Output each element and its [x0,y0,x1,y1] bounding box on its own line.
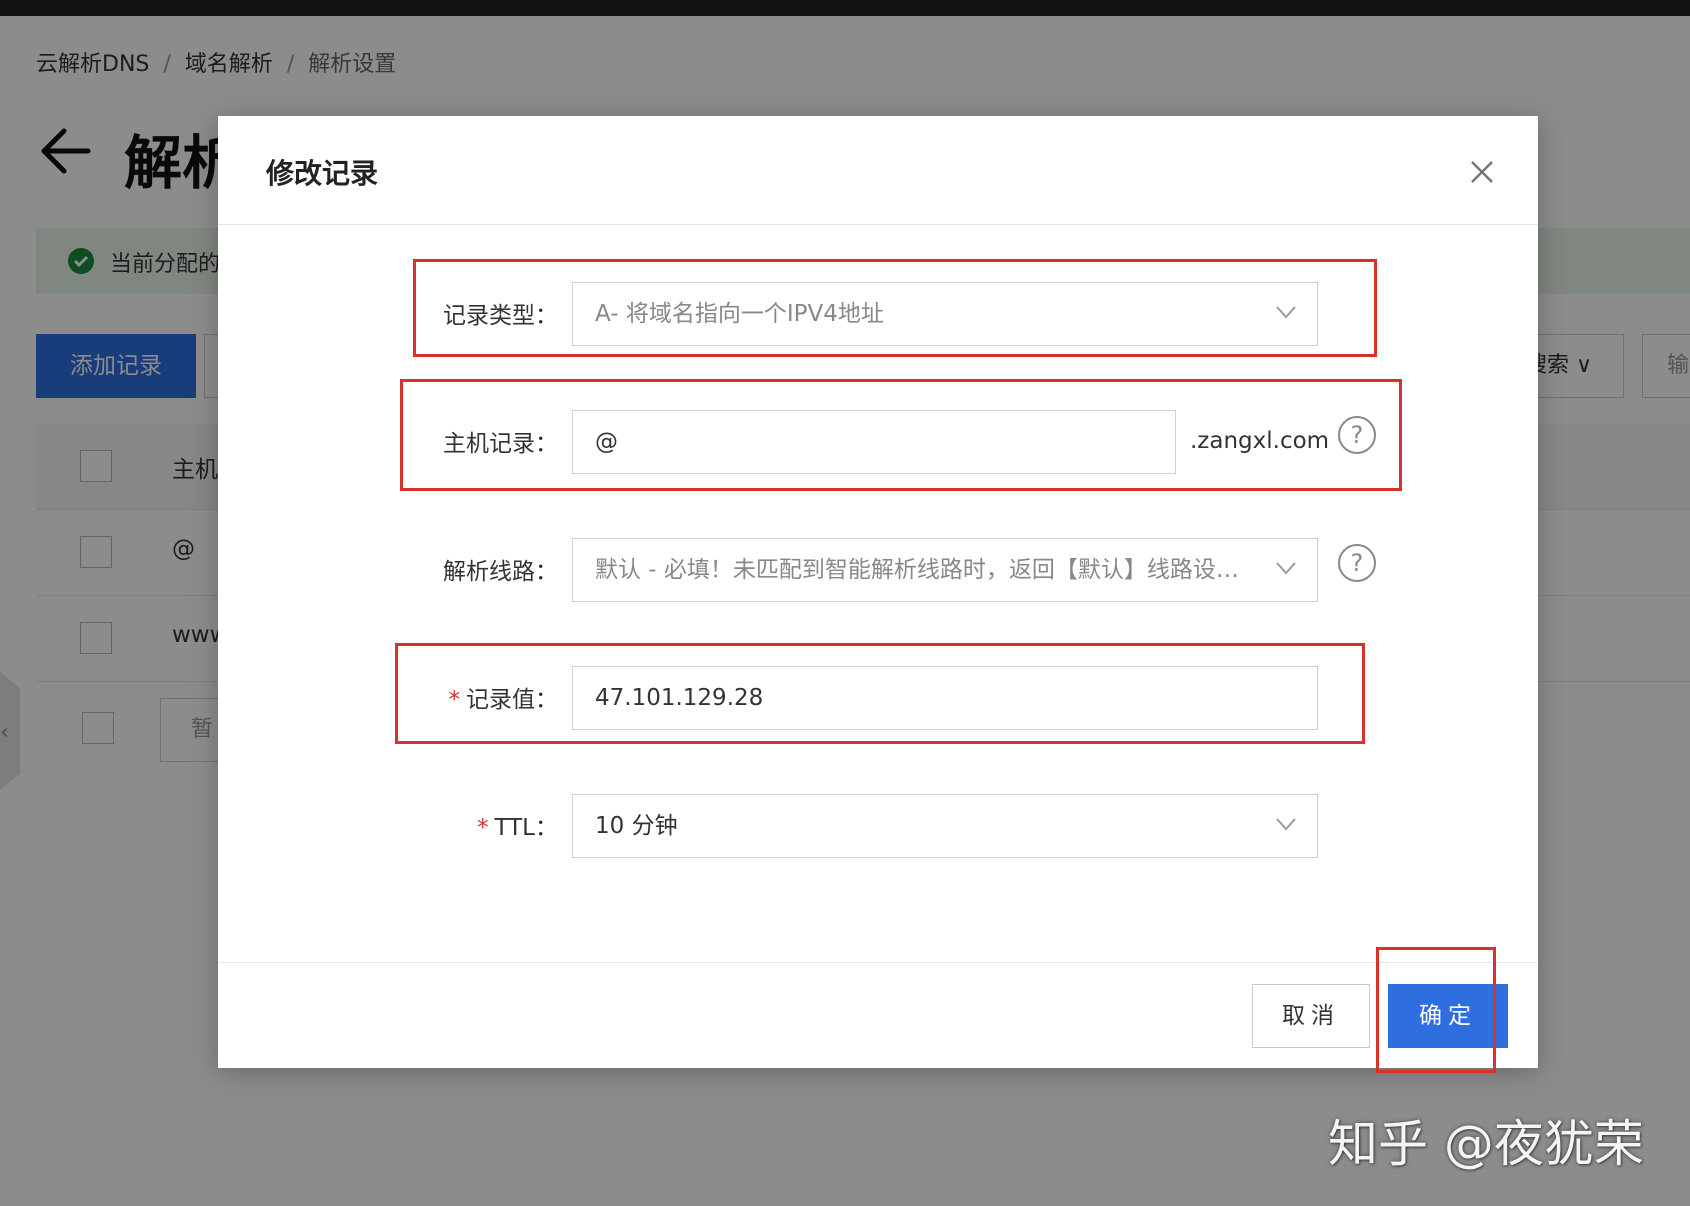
line-value: 默认 - 必填！未匹配到智能解析线路时，返回【默认】线路设置结果 [595,557,1255,583]
chevron-down-icon [1276,562,1296,575]
highlight-box-confirm [1376,947,1496,1073]
ttl-select[interactable]: 10 分钟 [572,794,1318,858]
watermark: 知乎 @夜犹荣 [1328,1115,1644,1173]
chevron-down-icon [1276,818,1296,831]
cancel-button[interactable]: 取消 [1252,984,1370,1048]
line-label: 解析线路： [443,559,558,585]
ttl-value: 10 分钟 [595,813,678,839]
close-icon[interactable] [1468,158,1496,186]
highlight-box-host-record [400,379,1402,491]
dialog-title: 修改记录 [266,157,379,190]
ttl-label: * TTL： [218,808,558,842]
dialog-header: 修改记录 [218,116,1538,225]
required-mark: * [476,815,489,841]
highlight-box-record-type [413,259,1377,357]
question-circle-icon[interactable]: ? [1338,544,1376,582]
ttl-label-text: TTL： [494,815,558,841]
line-select[interactable]: 默认 - 必填！未匹配到智能解析线路时，返回【默认】线路设置结果 [572,538,1318,602]
highlight-box-record-value [395,643,1365,744]
dialog-footer: 取消 确定 [218,962,1538,1068]
